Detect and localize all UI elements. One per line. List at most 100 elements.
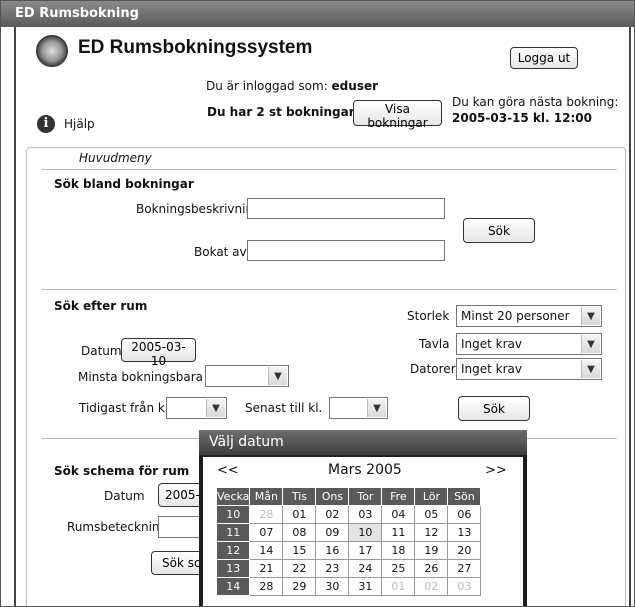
calendar-day[interactable]: 21 xyxy=(249,559,284,578)
calendar-day[interactable]: 03 xyxy=(447,577,482,596)
calendar-day[interactable]: 04 xyxy=(381,505,416,524)
crest-logo-icon xyxy=(36,35,68,67)
latest-select[interactable]: ▼ xyxy=(329,397,388,419)
booked-by-input[interactable] xyxy=(247,240,445,261)
divider xyxy=(42,169,617,170)
schedule-date-label: Datum xyxy=(104,489,145,503)
next-booking-label: Du kan göra nästa bokning: xyxy=(452,95,619,109)
calendar-day[interactable]: 30 xyxy=(315,577,350,596)
bookings-count: Du har 2 st bokningar xyxy=(207,105,355,119)
prev-month-button[interactable]: << xyxy=(217,463,239,478)
date-picker-popup: Välj datum << Mars 2005 >> Vecka Mån Tis… xyxy=(199,430,527,606)
weekday-header: Tor xyxy=(348,487,383,506)
booking-description-input[interactable] xyxy=(247,198,445,219)
schedule-title: Sök schema för rum xyxy=(54,464,190,478)
calendar-week-row: 10 28 01 02 03 04 05 06 xyxy=(215,505,482,524)
size-select[interactable]: Minst 20 personer ▼ xyxy=(456,305,602,327)
help-link[interactable]: Hjälp xyxy=(64,117,95,131)
calendar-day[interactable]: 29 xyxy=(282,577,317,596)
search-rooms-button[interactable]: Sök xyxy=(458,396,530,421)
chevron-down-icon: ▼ xyxy=(268,367,287,385)
chevron-down-icon: ▼ xyxy=(581,360,600,378)
calendar-day[interactable]: 08 xyxy=(282,523,317,542)
calendar-day[interactable]: 17 xyxy=(348,541,383,560)
week-number: 14 xyxy=(215,577,251,596)
calendar-day[interactable]: 28 xyxy=(249,505,284,524)
username: eduser xyxy=(331,79,379,93)
calendar-day[interactable]: 01 xyxy=(282,505,317,524)
main-menu-link[interactable]: Huvudmeny xyxy=(79,151,152,165)
window-title: ED Rumsbokning xyxy=(1,1,634,27)
size-label: Storlek xyxy=(407,309,450,323)
weekday-header: Sön xyxy=(447,487,482,506)
chevron-down-icon: ▼ xyxy=(367,399,386,417)
calendar-day[interactable]: 20 xyxy=(447,541,482,560)
help-icon[interactable]: i xyxy=(37,115,55,133)
calendar-day[interactable]: 12 xyxy=(414,523,449,542)
search-bookings-button[interactable]: Sök xyxy=(463,218,535,243)
calendar-day[interactable]: 05 xyxy=(414,505,449,524)
calendar-day[interactable]: 11 xyxy=(381,523,416,542)
show-bookings-button[interactable]: Visa bokningar xyxy=(353,100,442,130)
calendar-day[interactable]: 31 xyxy=(348,577,383,596)
calendar-day[interactable]: 24 xyxy=(348,559,383,578)
next-booking-time: 2005-03-15 kl. 12:00 xyxy=(452,111,592,125)
calendar-day-selected[interactable]: 10 xyxy=(348,523,383,542)
min-time-label: Minsta bokningsbara tid xyxy=(78,370,223,384)
week-number: 10 xyxy=(215,505,251,524)
calendar-day[interactable]: 07 xyxy=(249,523,284,542)
calendar-day[interactable]: 06 xyxy=(447,505,482,524)
booked-by-label: Bokat av xyxy=(194,245,247,259)
calendar-day[interactable]: 03 xyxy=(348,505,383,524)
weekday-header: Lör xyxy=(414,487,449,506)
calendar-day[interactable]: 13 xyxy=(447,523,482,542)
calendar-day[interactable]: 26 xyxy=(414,559,449,578)
calendar-week-row: 13 21 22 23 24 25 26 27 xyxy=(215,559,482,578)
calendar-day[interactable]: 01 xyxy=(381,577,416,596)
calendar-day[interactable]: 19 xyxy=(414,541,449,560)
min-time-select[interactable]: ▼ xyxy=(205,365,289,387)
calendar-day[interactable]: 18 xyxy=(381,541,416,560)
week-number: 11 xyxy=(215,523,251,542)
weekday-header: Fre xyxy=(381,487,416,506)
calendar-day[interactable]: 22 xyxy=(282,559,317,578)
week-number: 12 xyxy=(215,541,251,560)
logged-in-prefix: Du är inloggad som: xyxy=(206,79,332,93)
latest-label: Senast till kl. xyxy=(245,401,323,415)
board-select[interactable]: Inget krav ▼ xyxy=(456,333,602,355)
week-header: Vecka xyxy=(215,487,251,506)
calendar-grid: Vecka Mån Tis Ons Tor Fre Lör Sön 10 28 … xyxy=(215,487,482,596)
calendar-day[interactable]: 02 xyxy=(315,505,350,524)
search-bookings-title: Sök bland bokningar xyxy=(54,177,194,191)
calendar-day[interactable]: 23 xyxy=(315,559,350,578)
calendar-day[interactable]: 28 xyxy=(249,577,284,596)
next-month-button[interactable]: >> xyxy=(485,463,507,478)
calendar-day[interactable]: 09 xyxy=(315,523,350,542)
week-number: 13 xyxy=(215,559,251,578)
calendar-day[interactable]: 27 xyxy=(447,559,482,578)
calendar-week-row: 14 28 29 30 31 01 02 03 xyxy=(215,577,482,596)
calendar-day[interactable]: 14 xyxy=(249,541,284,560)
earliest-select[interactable]: ▼ xyxy=(166,397,227,419)
logout-button[interactable]: Logga ut xyxy=(510,47,578,69)
search-rooms-title: Sök efter rum xyxy=(54,299,148,313)
board-label: Tavla xyxy=(419,337,450,351)
computers-select[interactable]: Inget krav ▼ xyxy=(456,358,602,380)
size-value: Minst 20 personer xyxy=(461,309,570,323)
weekday-header-row: Vecka Mån Tis Ons Tor Fre Lör Sön xyxy=(215,487,482,506)
calendar-body: << Mars 2005 >> Vecka Mån Tis Ons Tor Fr… xyxy=(203,457,523,606)
chevron-down-icon: ▼ xyxy=(581,307,600,325)
calendar-day[interactable]: 16 xyxy=(315,541,350,560)
calendar-day[interactable]: 25 xyxy=(381,559,416,578)
logged-in-text: Du är inloggad som: eduser xyxy=(206,79,378,93)
weekday-header: Mån xyxy=(249,487,284,506)
date-picker-button[interactable]: 2005-03-10 xyxy=(121,338,196,368)
booking-description-label: Bokningsbeskrivning xyxy=(136,202,261,216)
calendar-day[interactable]: 15 xyxy=(282,541,317,560)
date-label: Datum xyxy=(81,344,122,358)
board-value: Inget krav xyxy=(461,337,523,351)
chevron-down-icon: ▼ xyxy=(206,399,225,417)
calendar-week-row: 12 14 15 16 17 18 19 20 xyxy=(215,541,482,560)
weekday-header: Ons xyxy=(315,487,350,506)
calendar-day[interactable]: 02 xyxy=(414,577,449,596)
